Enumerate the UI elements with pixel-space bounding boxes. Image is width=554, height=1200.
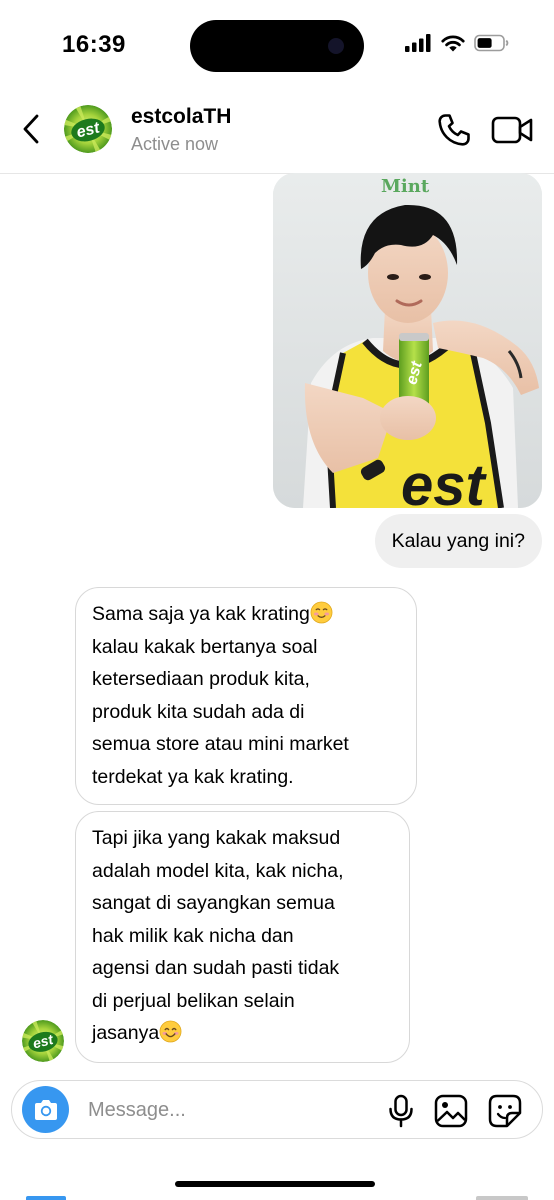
svg-text:est: est	[401, 453, 488, 508]
bottom-edge-hint	[26, 1196, 66, 1200]
incoming-message[interactable]: Sama saja ya kak krating kalau kakak ber…	[75, 587, 417, 805]
phone-icon	[438, 114, 470, 146]
bottom-edge-hint	[476, 1196, 528, 1200]
status-icons	[405, 34, 510, 52]
outgoing-message[interactable]: Kalau yang ini?	[374, 514, 542, 568]
home-indicator	[175, 1181, 375, 1187]
smiling-face-icon	[310, 601, 333, 624]
message-line: agensi dan sudah pasti tidak	[92, 957, 340, 979]
message-input[interactable]	[88, 1091, 368, 1129]
voice-message-button[interactable]	[386, 1094, 416, 1128]
message-line: ketersediaan produk kita,	[92, 668, 310, 690]
video-call-button[interactable]	[491, 114, 533, 146]
message-line: kalau kakak bertanya soal	[92, 635, 318, 658]
gallery-button[interactable]	[434, 1094, 468, 1128]
message-line: jasanya	[92, 1017, 395, 1050]
message-composer	[11, 1080, 543, 1139]
profile-status: Active now	[131, 134, 219, 154]
photo-message[interactable]: est est Mint	[273, 173, 542, 508]
status-bar: 16:39	[0, 0, 554, 92]
sticker-icon	[488, 1094, 522, 1128]
microphone-icon	[389, 1094, 413, 1128]
status-time: 16:39	[62, 31, 126, 58]
est-logo-icon: est	[22, 1020, 64, 1062]
back-chevron-icon	[23, 114, 39, 144]
chat-header: est estcolaTH Active now	[0, 92, 554, 174]
cellular-signal-icon	[405, 34, 431, 52]
message-line: sangat di sayangkan semua	[92, 892, 335, 914]
smiling-face-with-smiling-eyes-icon	[159, 1020, 182, 1043]
message-line: Tapi jika yang kakak maksud	[92, 827, 341, 849]
message-line: produk kita sudah ada di	[92, 700, 305, 723]
video-camera-icon	[491, 116, 533, 144]
message-line: hak milik kak nicha dan	[92, 924, 294, 947]
dynamic-island	[190, 20, 364, 72]
incoming-message[interactable]: Tapi jika yang kakak maksud adalah model…	[75, 811, 410, 1063]
call-button[interactable]	[436, 112, 472, 148]
avatar[interactable]: est	[64, 105, 112, 153]
message-line: adalah model kita, kak nicha,	[92, 859, 344, 882]
message-line: terdekat ya kak krating.	[92, 765, 294, 788]
wifi-icon	[441, 35, 465, 52]
photo-image: est est	[273, 173, 542, 508]
gallery-icon	[434, 1094, 468, 1128]
camera-icon	[34, 1099, 57, 1120]
message-line: di perjual belikan selain	[92, 989, 295, 1012]
back-button[interactable]	[16, 112, 46, 146]
est-logo-icon: est	[64, 105, 112, 153]
sender-avatar[interactable]: est	[22, 1020, 64, 1062]
photo-caption: Mint	[381, 176, 430, 197]
camera-button[interactable]	[22, 1086, 69, 1133]
message-line: semua store atau mini market	[92, 733, 349, 755]
profile-name[interactable]: estcolaTH	[131, 105, 231, 129]
message-line: Sama saja ya kak krating	[92, 598, 402, 631]
battery-icon	[474, 34, 509, 52]
sticker-button[interactable]	[488, 1094, 522, 1128]
